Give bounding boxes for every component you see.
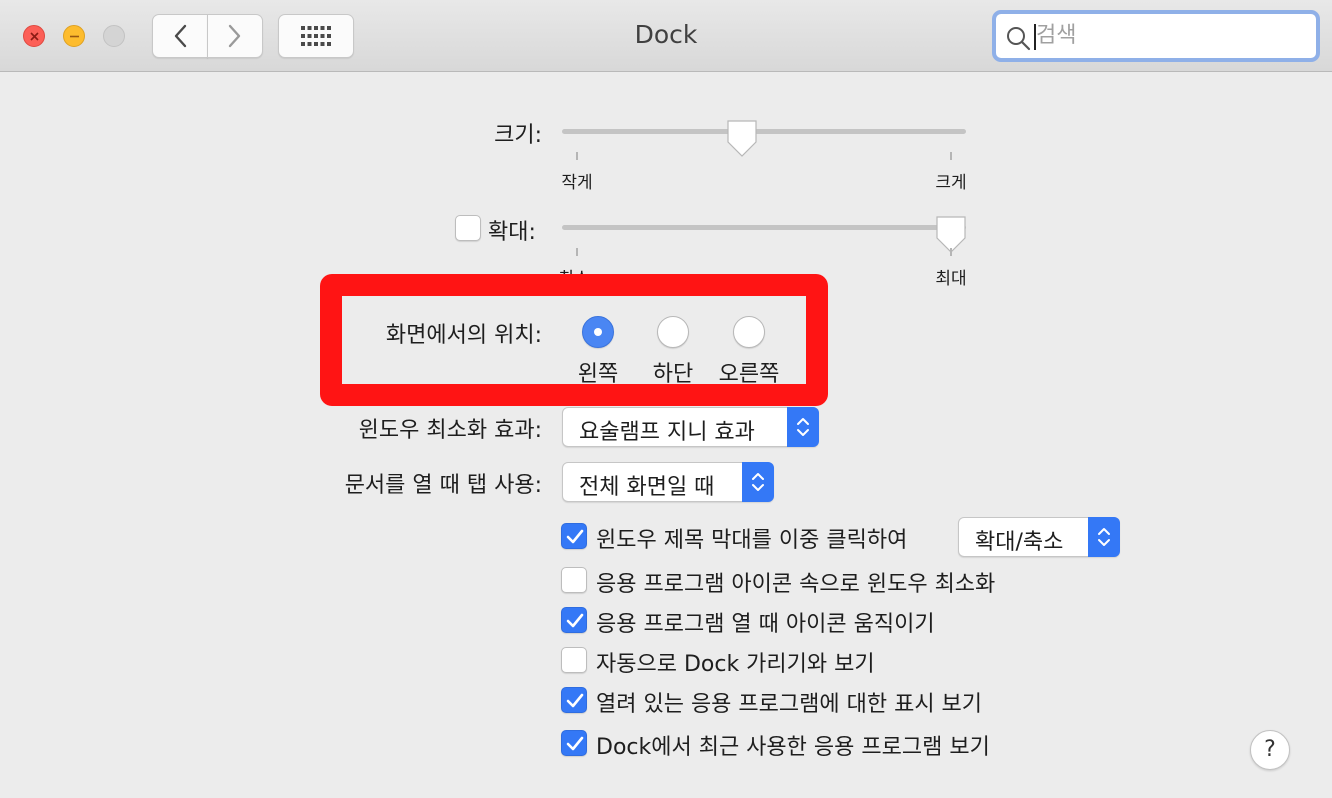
prefer-tabs-value: 전체 화면일 때 xyxy=(579,475,715,500)
popup-arrows-icon xyxy=(1088,517,1120,557)
minimize-effect-popup[interactable]: 요술램프 지니 효과 xyxy=(562,407,819,447)
search-input[interactable] xyxy=(1036,20,1296,50)
size-tick-max xyxy=(950,152,952,160)
show-indicators-label: 열려 있는 응용 프로그램에 대한 표시 보기 xyxy=(596,692,983,717)
help-button[interactable]: ? xyxy=(1250,730,1290,770)
animate-opening-label: 응용 프로그램 열 때 아이콘 움직이기 xyxy=(596,612,935,637)
double-click-title-checkbox[interactable] xyxy=(561,523,587,549)
title-bar: Dock xyxy=(0,0,1332,72)
checkmark-icon xyxy=(566,693,584,708)
checkmark-icon xyxy=(566,529,584,544)
magnification-label: 확대: xyxy=(488,220,536,245)
size-label: 크기: xyxy=(494,123,542,148)
autohide-dock-checkbox[interactable] xyxy=(561,647,587,673)
popup-arrows-icon xyxy=(742,462,774,502)
search-field[interactable] xyxy=(992,10,1320,62)
magnification-checkbox[interactable] xyxy=(455,215,481,241)
search-icon xyxy=(1007,27,1031,51)
magnification-max-label: 최대 xyxy=(935,269,967,289)
prefer-tabs-label: 문서를 열 때 탭 사용: xyxy=(344,473,542,498)
prefer-tabs-popup[interactable]: 전체 화면일 때 xyxy=(562,462,774,502)
checkmark-icon xyxy=(566,613,584,628)
show-recent-apps-checkbox[interactable] xyxy=(561,730,587,756)
double-click-action-popup[interactable]: 확대/축소 xyxy=(958,517,1120,557)
size-slider-thumb[interactable] xyxy=(725,118,759,162)
size-tick-min xyxy=(576,152,578,160)
popup-arrows-icon xyxy=(787,407,819,447)
checkmark-icon xyxy=(566,736,584,751)
size-min-label: 작게 xyxy=(561,173,593,193)
autohide-dock-label: 자동으로 Dock 가리기와 보기 xyxy=(596,652,875,677)
show-recent-apps-label: Dock에서 최근 사용한 응용 프로그램 보기 xyxy=(596,735,990,760)
magnification-tick-min xyxy=(576,248,578,256)
magnification-tick-max xyxy=(950,248,952,256)
double-click-action-value: 확대/축소 xyxy=(975,530,1064,555)
minimize-effect-value: 요술램프 지니 효과 xyxy=(579,420,755,445)
minimize-effect-label: 윈도우 최소화 효과: xyxy=(358,418,542,443)
show-indicators-checkbox[interactable] xyxy=(561,687,587,713)
double-click-title-label: 윈도우 제목 막대를 이중 클릭하여 xyxy=(596,528,908,553)
animate-opening-checkbox[interactable] xyxy=(561,607,587,633)
size-max-label: 크게 xyxy=(935,173,967,193)
size-slider-track[interactable] xyxy=(562,129,966,134)
highlight-box xyxy=(320,274,828,406)
magnification-slider-track[interactable] xyxy=(562,225,966,230)
minimize-into-icon-checkbox[interactable] xyxy=(561,567,587,593)
minimize-into-icon-label: 응용 프로그램 아이콘 속으로 윈도우 최소화 xyxy=(596,572,996,597)
